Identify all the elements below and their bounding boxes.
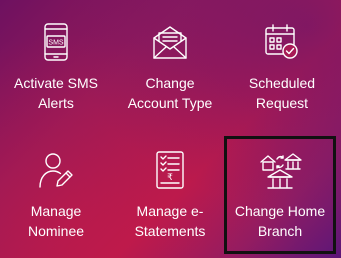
envelope-icon: [114, 22, 226, 62]
activate-sms-alerts-button[interactable]: SMS Activate SMS Alerts: [0, 0, 112, 118]
scheduled-request-button[interactable]: Scheduled Request: [226, 0, 338, 118]
user-edit-icon: [0, 150, 112, 190]
scheduled-request-label: Scheduled Request: [248, 75, 316, 111]
manage-nominee-label: Manage Nominee: [27, 203, 85, 239]
manage-nominee-button[interactable]: Manage Nominee: [0, 128, 112, 246]
activate-sms-alerts-label: Activate SMS Alerts: [13, 75, 99, 111]
manage-e-statements-button[interactable]: ₹ Manage e- Statements: [114, 128, 226, 246]
sms-badge-text: SMS: [48, 40, 64, 47]
change-home-branch-label: Change Home Branch: [234, 203, 326, 239]
change-account-type-button[interactable]: Change Account Type: [114, 0, 226, 118]
bank-home-swap-icon: [227, 151, 333, 191]
manage-e-statements-label: Manage e- Statements: [134, 203, 206, 239]
rupee-document-icon: ₹: [114, 150, 226, 190]
rupee-symbol: ₹: [167, 173, 173, 183]
sms-phone-icon: SMS: [0, 22, 112, 62]
change-home-branch-button[interactable]: Change Home Branch: [224, 136, 336, 254]
calendar-check-icon: [226, 22, 338, 62]
change-account-type-label: Change Account Type: [127, 75, 213, 111]
service-grid: SMS Activate SMS Alerts Change Account T…: [0, 0, 341, 258]
